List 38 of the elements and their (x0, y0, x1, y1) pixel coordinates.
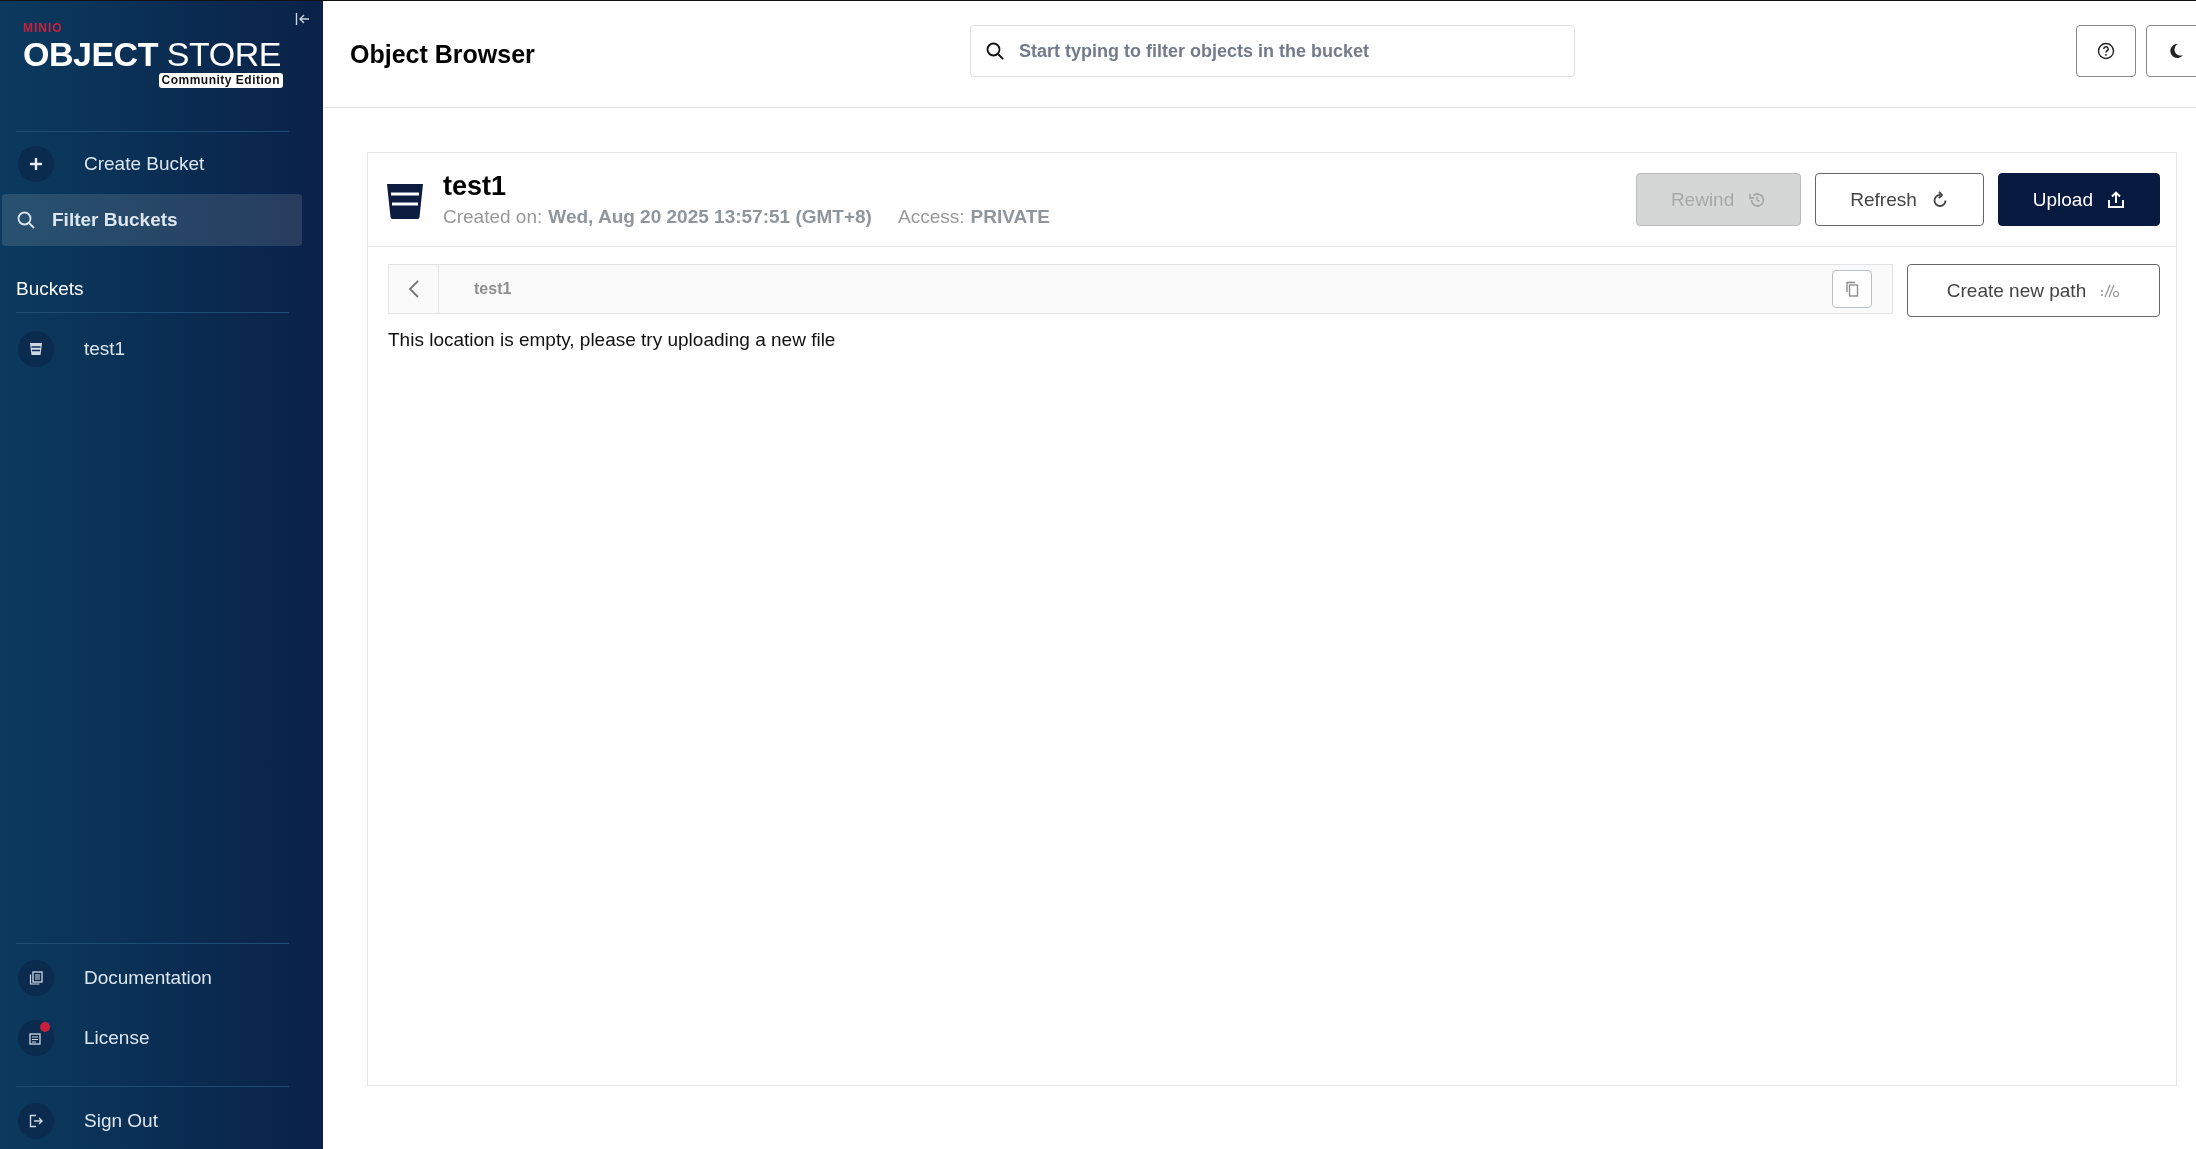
filter-buckets-button[interactable]: Filter Buckets (2, 194, 302, 246)
sidebar-item[interactable]: License (2, 1012, 321, 1064)
section-title: Buckets (15, 277, 85, 300)
empty-message: This location is empty, please try uploading a new file (388, 329, 837, 351)
path-icon (2100, 283, 2121, 298)
document-icon (29, 971, 43, 985)
search-icon (16, 210, 36, 230)
upload-icon (2107, 190, 2125, 209)
refresh-button[interactable]: Refresh (1815, 173, 1984, 226)
bucket-item[interactable]: test1 (2, 323, 321, 375)
access-label: Access: (897, 206, 965, 228)
bucket-icon (18, 331, 54, 367)
access-value: PRIVATE (970, 206, 1050, 228)
copy-icon (1845, 281, 1859, 297)
create-new-path-button[interactable]: Create new path (1907, 264, 2160, 317)
moon-icon (2167, 42, 2185, 60)
chevron-left-icon (407, 279, 420, 299)
collapse-sidebar-icon[interactable] (295, 11, 311, 27)
brand-logo-text: MINIO (23, 21, 63, 35)
plus-icon (18, 146, 54, 182)
theme-toggle-button[interactable] (2146, 25, 2196, 77)
upload-button[interactable]: Upload (1997, 173, 2160, 226)
help-icon (2097, 42, 2115, 60)
sign-out-icon (29, 1114, 43, 1128)
bucket-name: test1 (443, 171, 508, 202)
created-date: Wed, Aug 20 2025 13:57:51 (GMT+8) (548, 206, 872, 228)
sidebar-item[interactable]: Create Bucket (2, 138, 321, 190)
sidebar-item[interactable]: Documentation (2, 952, 321, 1004)
page-title: Object Browser (350, 39, 536, 69)
sidebar-item[interactable]: Sign Out (2, 1095, 321, 1147)
product-name: OBJECT STORE (23, 35, 281, 73)
help-button[interactable] (2076, 25, 2136, 77)
certificate-icon (29, 1031, 43, 1045)
edition-badge: Community Edition (158, 73, 283, 88)
created-label: Created on: (443, 206, 543, 228)
history-icon (1748, 190, 1767, 209)
search-field[interactable]: Start typing to filter objects in the bucket (970, 25, 1575, 77)
search-icon (985, 41, 1005, 61)
